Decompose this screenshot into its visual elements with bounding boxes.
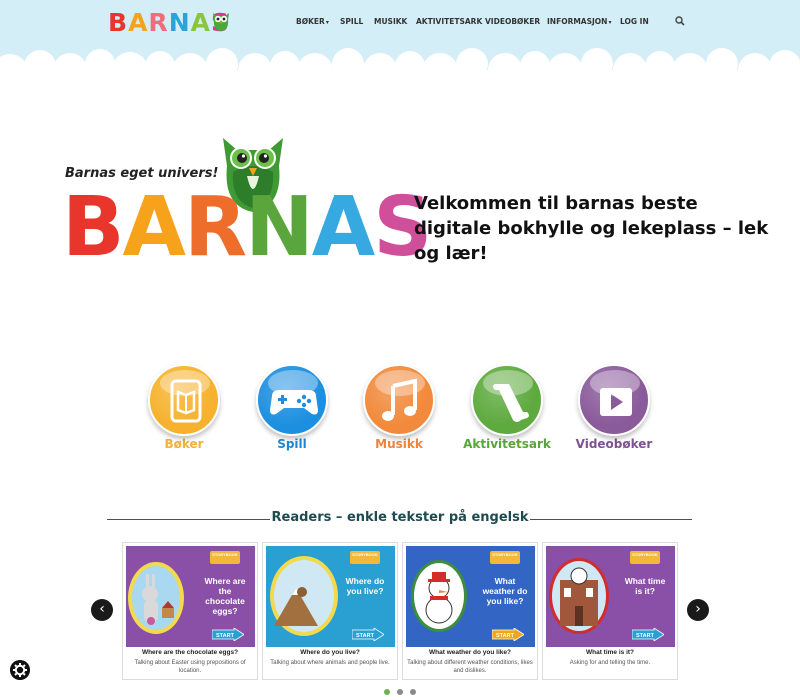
carousel-dot[interactable] [410, 689, 416, 695]
reader-card-image-title: Where do you live? [345, 576, 385, 596]
menu-item-label: INFORMASJON [547, 17, 608, 26]
hero-logo-letter: A [311, 180, 375, 275]
story-illustration [270, 556, 338, 636]
storybook-badge: STORYBOOK [210, 551, 240, 564]
menu-item-informasjon[interactable]: INFORMASJON▾ [547, 17, 611, 26]
menu-item-label: VIDEOBØKER [485, 17, 541, 26]
start-arrow-icon[interactable]: START [212, 628, 244, 641]
menu-item-label: BØKER [296, 17, 325, 26]
start-label: START [216, 633, 235, 639]
top-navigation: BARNAS BØKER▾SPILLMUSIKKAKTIVITETSARKVID… [0, 0, 800, 45]
category-ball [363, 364, 435, 436]
category-ball [256, 364, 328, 436]
section-divider-right [530, 519, 692, 520]
ball-shine [268, 370, 318, 396]
reader-card[interactable]: STORYBOOK What weather do you like? START W… [402, 542, 538, 680]
section-divider-left [107, 519, 270, 520]
story-illustration [549, 558, 609, 634]
reader-card-title[interactable]: What time is it? [545, 649, 675, 656]
start-arrow-icon[interactable]: START [352, 628, 384, 641]
carousel-dot[interactable] [397, 689, 403, 695]
category-ball [578, 364, 650, 436]
ball-shine [483, 370, 533, 396]
start-label: START [636, 633, 655, 639]
search-icon[interactable] [675, 16, 685, 26]
story-illustration [411, 560, 467, 632]
welcome-text: Velkommen til barnas beste digitale bokh… [414, 193, 769, 264]
menu-item-bøker[interactable]: BØKER▾ [296, 17, 329, 26]
category-label: Aktivitetsark [463, 437, 551, 451]
reader-card[interactable]: STORYBOOK Where are the chocolate eggs? ST… [122, 542, 258, 680]
category-spill[interactable]: Spill [244, 364, 340, 451]
category-label: Videobøker [575, 437, 653, 451]
reader-card-description: Talking about Easter using prepositions … [134, 660, 246, 674]
logo-letter: R [148, 8, 169, 37]
chevron-down-icon: ▾ [325, 19, 329, 26]
carousel-prev-button[interactable]: ‹ [91, 599, 113, 621]
reader-card-image[interactable]: STORYBOOK What time is it? START [546, 546, 675, 647]
hero-logo-letter: N [245, 180, 314, 275]
logo-letter: A [190, 8, 211, 37]
storybook-badge: STORYBOOK [630, 551, 660, 564]
category-boker[interactable]: Bøker [136, 364, 232, 451]
menu-item-label: LOG IN [620, 17, 649, 26]
reader-card-description: Talking about where animals and people l… [270, 660, 390, 666]
menu-item-aktivitetsark[interactable]: AKTIVITETSARK [416, 17, 482, 26]
menu-item-videobøker[interactable]: VIDEOBØKER [485, 17, 540, 26]
carousel-dot[interactable] [384, 689, 390, 695]
category-ball [471, 364, 543, 436]
carousel-dots [384, 689, 416, 695]
storybook-badge: STORYBOOK [350, 551, 380, 564]
readers-section-title: Readers – enkle tekster på engelsk [271, 510, 529, 525]
start-label: START [496, 633, 515, 639]
storybook-badge: STORYBOOK [490, 551, 520, 564]
reader-card-image[interactable]: STORYBOOK Where do you live? START [266, 546, 395, 647]
category-label: Bøker [164, 437, 204, 451]
hero-logo: BARNAS [62, 180, 432, 275]
menu-item-log-in[interactable]: LOG IN [620, 17, 649, 26]
category-label: Spill [277, 437, 307, 451]
logo-letter: A [128, 8, 149, 37]
ball-shine [590, 370, 640, 396]
menu-item-label: MUSIKK [374, 17, 408, 26]
reader-card-description: Talking about different weather conditio… [407, 660, 533, 674]
start-arrow-icon[interactable]: START [492, 628, 524, 641]
chevron-down-icon: ▾ [608, 19, 612, 26]
hero-tagline: Barnas eget univers! [65, 166, 219, 181]
reader-card-image-title: Where are the chocolate eggs? [204, 576, 246, 616]
reader-card[interactable]: STORYBOOK Where do you live? START Where do… [262, 542, 398, 680]
menu-item-musikk[interactable]: MUSIKK [374, 17, 407, 26]
category-aktivitetsark[interactable]: Aktivitetsark [459, 364, 555, 451]
category-label: Musikk [375, 437, 423, 451]
category-videoboker[interactable]: Videobøker [566, 364, 662, 451]
category-musikk[interactable]: Musikk [351, 364, 447, 451]
hero-logo-letter: B [62, 180, 124, 275]
start-arrow-icon[interactable]: START [632, 628, 664, 641]
hero-logo-letter: A [122, 180, 186, 275]
carousel-next-button[interactable]: › [687, 599, 709, 621]
settings-gear-icon[interactable] [10, 660, 30, 680]
hero-logo-letter: R [183, 180, 247, 275]
menu-item-label: AKTIVITETSARK [416, 17, 483, 26]
logo-letter: N [168, 8, 191, 37]
reader-card-title[interactable]: What weather do you like? [405, 649, 535, 656]
logo-letter: B [108, 8, 129, 37]
category-ball [148, 364, 220, 436]
reader-card-image[interactable]: STORYBOOK Where are the chocolate eggs? ST… [126, 546, 255, 647]
reader-card[interactable]: STORYBOOK What time is it? START What time … [542, 542, 678, 680]
reader-card-image[interactable]: STORYBOOK What weather do you like? START [406, 546, 535, 647]
reader-card-title[interactable]: Where are the chocolate eggs? [125, 649, 255, 656]
reader-card-description: Asking for and telling the time. [569, 660, 651, 666]
story-illustration [128, 562, 184, 634]
owl-logo-icon [213, 13, 229, 31]
ball-shine [160, 370, 210, 396]
reader-card-image-title: What time is it? [624, 576, 666, 596]
menu-item-spill[interactable]: SPILL [340, 17, 363, 26]
reader-card-title[interactable]: Where do you live? [265, 649, 395, 656]
menu-item-label: SPILL [340, 17, 364, 26]
ball-shine [375, 370, 425, 396]
start-label: START [356, 633, 375, 639]
reader-card-image-title: What weather do you like? [482, 576, 528, 606]
